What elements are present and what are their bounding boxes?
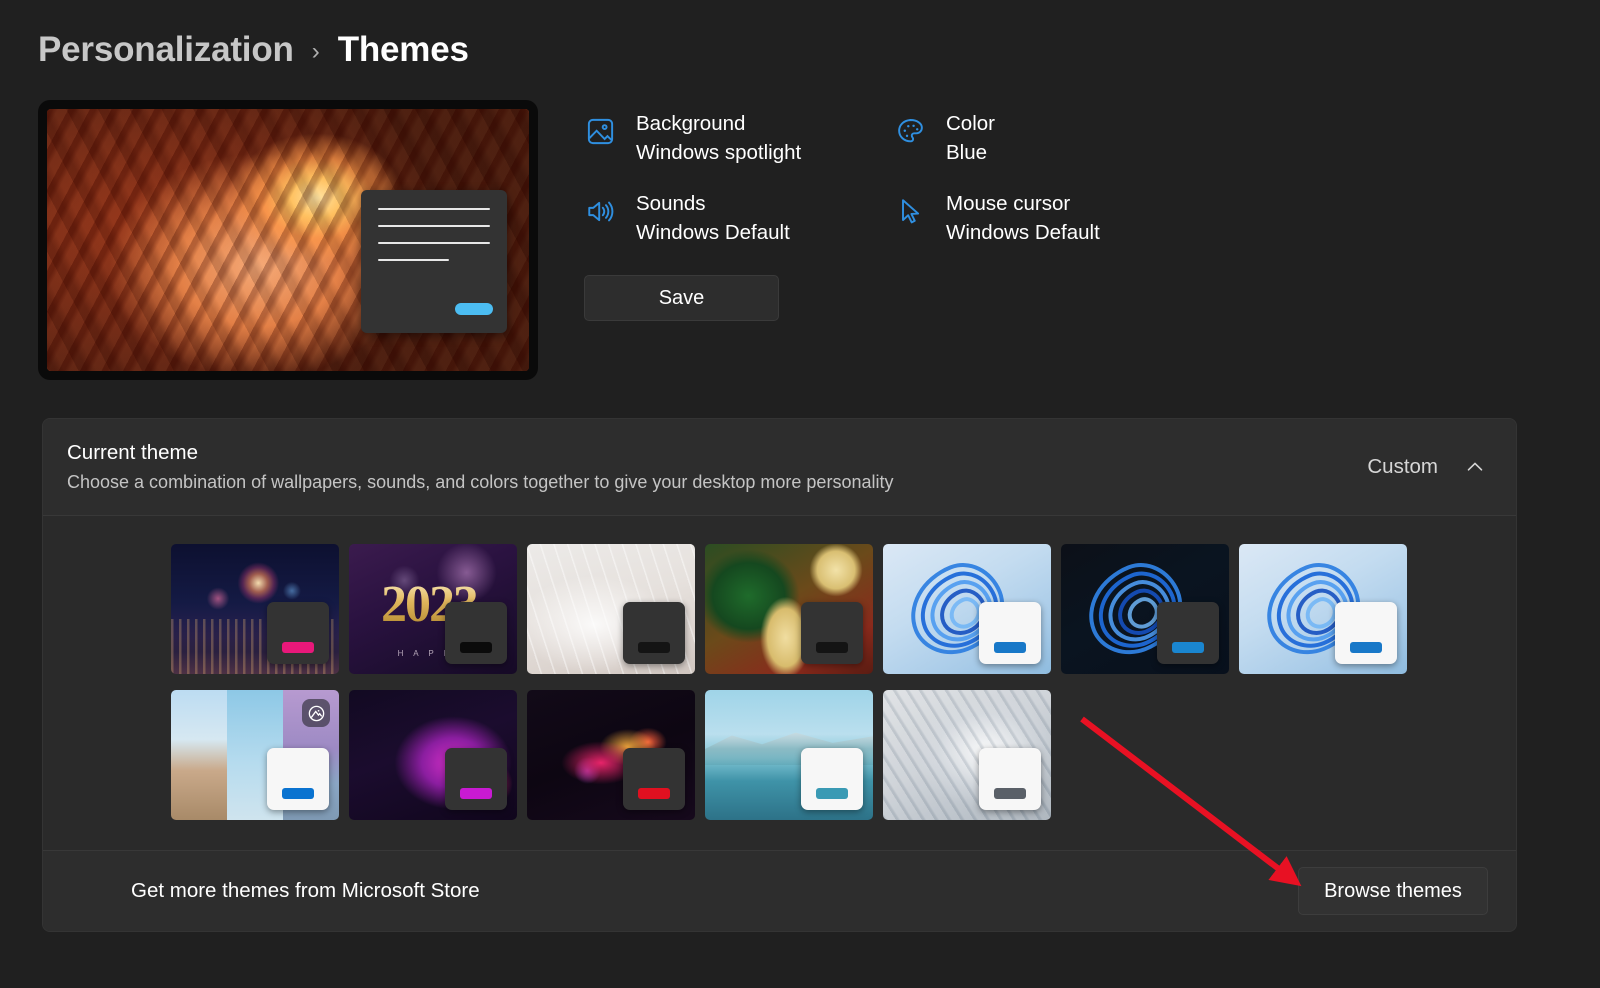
theme-thumbnail[interactable] [883, 544, 1051, 674]
theme-accent-swatch [994, 642, 1026, 653]
theme-accent-swatch [1172, 642, 1204, 653]
chevron-right-icon: › [312, 35, 320, 66]
theme-accent-swatch [816, 788, 848, 799]
theme-thumbnail[interactable] [527, 544, 695, 674]
property-title: Color [946, 112, 995, 136]
speaker-icon [584, 195, 617, 228]
theme-accent-swatch [460, 642, 492, 653]
theme-mock-window [801, 602, 863, 664]
theme-thumbnail[interactable] [705, 544, 873, 674]
page-title: Themes [338, 30, 469, 70]
theme-overview: Background Windows spotlight [0, 78, 1600, 380]
property-value: Blue [946, 141, 995, 165]
theme-accent-swatch [282, 788, 314, 799]
theme-accent-swatch [282, 642, 314, 653]
theme-mock-window [1157, 602, 1219, 664]
theme-properties: Background Windows spotlight [584, 100, 1204, 272]
theme-thumbnail[interactable] [171, 690, 339, 820]
theme-mock-window [979, 602, 1041, 664]
store-label: Get more themes from Microsoft Store [131, 879, 480, 903]
mock-text-line [378, 242, 490, 244]
theme-accent-swatch [460, 788, 492, 799]
property-background[interactable]: Background Windows spotlight [584, 112, 894, 192]
breadcrumb-parent[interactable]: Personalization [38, 30, 294, 70]
property-value: Windows Default [636, 221, 790, 245]
theme-thumbnail[interactable] [349, 690, 517, 820]
property-title: Background [636, 112, 801, 136]
theme-mock-window [623, 602, 685, 664]
slideshow-pane [171, 690, 227, 820]
current-theme-title: Current theme [67, 441, 893, 465]
mock-text-line [378, 208, 490, 210]
current-theme-selected-value: Custom [1367, 455, 1438, 479]
theme-mock-window [445, 602, 507, 664]
slideshow-badge-icon [302, 699, 330, 727]
mock-text-line [378, 259, 449, 261]
preview-screen [47, 109, 529, 371]
theme-thumbnail[interactable] [1061, 544, 1229, 674]
current-theme-header[interactable]: Current theme Choose a combination of wa… [43, 419, 1516, 516]
theme-thumbnail[interactable] [1239, 544, 1407, 674]
theme-mock-window [267, 748, 329, 810]
chevron-up-icon[interactable] [1462, 454, 1488, 480]
theme-accent-swatch [638, 642, 670, 653]
current-theme-subtitle: Choose a combination of wallpapers, soun… [67, 472, 893, 493]
theme-mock-window [801, 748, 863, 810]
property-mouse-cursor[interactable]: Mouse cursor Windows Default [894, 192, 1204, 272]
theme-mock-window [445, 748, 507, 810]
property-value: Windows Default [946, 221, 1100, 245]
preview-mock-window [361, 190, 507, 333]
theme-mock-window [267, 602, 329, 664]
mock-accent-button [455, 303, 493, 315]
theme-mock-window [1335, 602, 1397, 664]
cursor-icon [894, 195, 927, 228]
theme-thumbnail[interactable] [527, 690, 695, 820]
property-value: Windows spotlight [636, 141, 801, 165]
save-button[interactable]: Save [584, 275, 779, 321]
mock-text-line [378, 225, 490, 227]
theme-gallery: 2023H A P P Y [43, 516, 1516, 850]
theme-accent-swatch [638, 788, 670, 799]
theme-mock-window [979, 748, 1041, 810]
theme-accent-swatch [816, 642, 848, 653]
theme-thumbnail[interactable] [883, 690, 1051, 820]
theme-accent-swatch [1350, 642, 1382, 653]
theme-thumbnail[interactable]: 2023H A P P Y [349, 544, 517, 674]
store-footer: Get more themes from Microsoft Store Bro… [43, 850, 1516, 931]
theme-thumbnail[interactable] [171, 544, 339, 674]
theme-accent-swatch [994, 788, 1026, 799]
breadcrumb: Personalization › Themes [0, 0, 1600, 78]
desktop-preview [38, 100, 538, 380]
property-sounds[interactable]: Sounds Windows Default [584, 192, 894, 272]
property-title: Sounds [636, 192, 790, 216]
theme-thumbnail[interactable] [705, 690, 873, 820]
browse-themes-button[interactable]: Browse themes [1298, 867, 1488, 915]
image-icon [584, 115, 617, 148]
current-theme-card: Current theme Choose a combination of wa… [42, 418, 1517, 932]
property-title: Mouse cursor [946, 192, 1100, 216]
property-color[interactable]: Color Blue [894, 112, 1204, 192]
palette-icon [894, 115, 927, 148]
theme-mock-window [623, 748, 685, 810]
